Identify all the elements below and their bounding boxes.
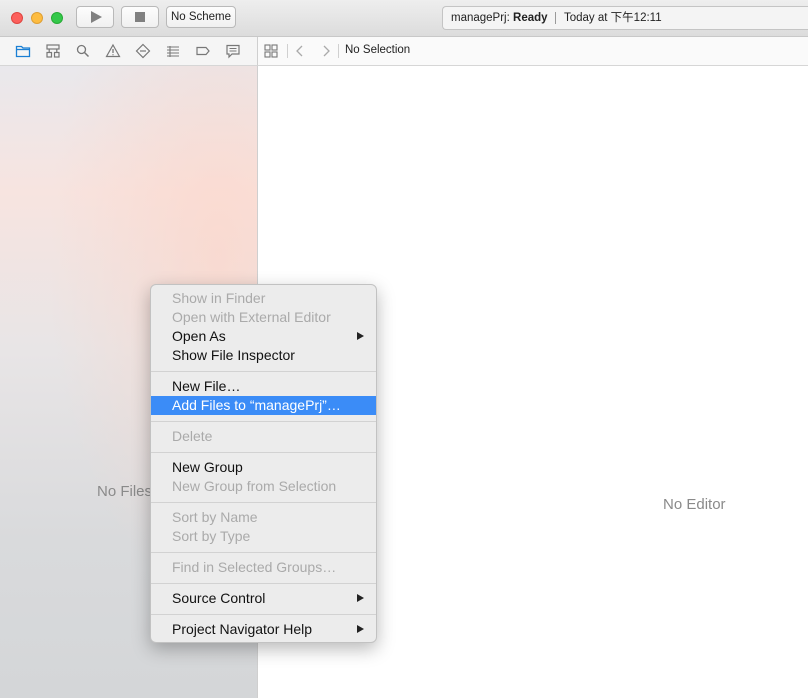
menu-item-show-file-inspector[interactable]: Show File Inspector — [151, 346, 376, 365]
navigator-selector-bar — [0, 37, 258, 66]
forward-chevron-icon[interactable] — [318, 43, 334, 59]
menu-item-add-files[interactable]: Add Files to “managePrj”… — [151, 396, 376, 415]
activity-viewer: managePrj: Ready Today at 下午12:11 — [442, 6, 808, 30]
jump-bar-divider — [338, 44, 339, 58]
debug-list-icon[interactable] — [165, 43, 181, 59]
activity-time: Today at 下午12:11 — [564, 12, 662, 24]
jump-bar-divider — [287, 44, 288, 58]
context-menu: Show in Finder Open with External Editor… — [150, 284, 377, 643]
menu-item-new-file[interactable]: New File… — [151, 377, 376, 396]
submenu-arrow-icon — [357, 594, 364, 602]
menu-item-label: Find in Selected Groups… — [172, 559, 337, 575]
menu-item-label: Show File Inspector — [172, 347, 295, 363]
zoom-window-button[interactable] — [51, 12, 63, 24]
menu-item-new-group-from-selection[interactable]: New Group from Selection — [151, 477, 376, 496]
menu-separator — [151, 371, 376, 372]
breakpoint-icon[interactable] — [195, 43, 211, 59]
report-icon[interactable] — [225, 43, 241, 59]
menu-item-label: Open As — [172, 328, 226, 344]
folder-icon[interactable] — [15, 43, 31, 59]
menu-item-label: Sort by Type — [172, 528, 251, 544]
menu-item-label: Add Files to “managePrj”… — [172, 397, 341, 413]
stop-button[interactable] — [121, 6, 159, 28]
search-icon[interactable] — [75, 43, 91, 59]
menu-item-open-external-editor[interactable]: Open with External Editor — [151, 308, 376, 327]
menu-item-label: Project Navigator Help — [172, 621, 313, 637]
menu-item-label: Open with External Editor — [172, 309, 331, 325]
menu-item-show-in-finder[interactable]: Show in Finder — [151, 289, 376, 308]
close-window-button[interactable] — [11, 12, 23, 24]
menu-item-label: Source Control — [172, 590, 266, 606]
jump-bar-path[interactable]: No Selection — [345, 44, 410, 56]
activity-state: Ready — [513, 12, 548, 24]
activity-separator — [555, 12, 556, 24]
play-icon — [91, 11, 102, 23]
scheme-selector[interactable]: No Scheme — [166, 6, 236, 28]
menu-item-delete[interactable]: Delete — [151, 427, 376, 446]
menu-item-navigator-help[interactable]: Project Navigator Help — [151, 620, 376, 639]
menu-item-label: Show in Finder — [172, 290, 266, 306]
menu-separator — [151, 583, 376, 584]
menu-separator — [151, 502, 376, 503]
related-items-icon[interactable] — [263, 43, 279, 59]
toolbar: No Scheme managePrj: Ready Today at 下午12… — [0, 0, 808, 37]
activity-status: managePrj: Ready — [451, 7, 548, 29]
jump-bar: No Selection — [258, 37, 808, 66]
menu-item-sort-by-name[interactable]: Sort by Name — [151, 508, 376, 527]
menu-item-label: New Group from Selection — [172, 478, 337, 494]
no-editor-label: No Editor — [663, 496, 726, 513]
menu-item-source-control[interactable]: Source Control — [151, 589, 376, 608]
minimize-window-button[interactable] — [31, 12, 43, 24]
submenu-arrow-icon — [357, 332, 364, 340]
menu-separator — [151, 614, 376, 615]
menu-item-label: Sort by Name — [172, 509, 258, 525]
menu-separator — [151, 421, 376, 422]
menu-separator — [151, 452, 376, 453]
menu-item-open-as[interactable]: Open As — [151, 327, 376, 346]
submenu-arrow-icon — [357, 625, 364, 633]
menu-item-find-in-groups[interactable]: Find in Selected Groups… — [151, 558, 376, 577]
menu-item-sort-by-type[interactable]: Sort by Type — [151, 527, 376, 546]
menu-item-label: New File… — [172, 378, 241, 394]
menu-item-new-group[interactable]: New Group — [151, 458, 376, 477]
menu-item-label: New Group — [172, 459, 243, 475]
hierarchy-icon[interactable] — [45, 43, 61, 59]
back-chevron-icon[interactable] — [292, 43, 308, 59]
warning-icon[interactable] — [105, 43, 121, 59]
menu-item-label: Delete — [172, 428, 213, 444]
no-files-label: No Files — [97, 483, 153, 500]
run-button[interactable] — [76, 6, 114, 28]
activity-project: managePrj: — [451, 12, 514, 24]
test-diamond-icon[interactable] — [135, 43, 151, 59]
stop-icon — [135, 12, 145, 22]
menu-separator — [151, 552, 376, 553]
